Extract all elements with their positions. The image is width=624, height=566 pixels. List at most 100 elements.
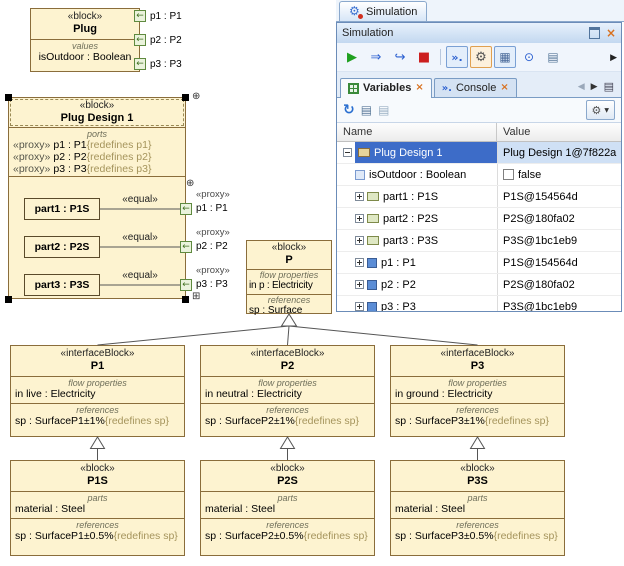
simulation-options-button[interactable]: ⚙ — [470, 46, 492, 68]
port-text: p2 : P2 — [53, 151, 86, 163]
block-header: «block» P — [247, 241, 331, 270]
grid-icon: ▦ — [499, 51, 510, 63]
float-window-icon[interactable] — [589, 27, 600, 39]
add-port-handle-icon[interactable]: ⊕ — [186, 179, 194, 189]
column-header-name[interactable]: Name — [337, 123, 497, 141]
value-cell[interactable]: P1S@154564d — [497, 186, 621, 207]
simulation-config-button[interactable]: ▦ — [494, 46, 516, 68]
table-row-plug-design-1[interactable]: Plug Design 1 Plug Design 1@7f822a — [337, 142, 621, 164]
dropdown-arrow-icon: ▼ — [604, 107, 609, 114]
part-property: material : Steel — [205, 503, 370, 515]
expand-icon[interactable] — [355, 302, 364, 311]
selection-handle[interactable] — [182, 94, 189, 101]
table-row-isoutdoor[interactable]: isOutdoor : Boolean false — [337, 164, 621, 186]
redefines-text: {redefines sp} — [494, 530, 558, 542]
proxy-port[interactable]: ← — [134, 10, 146, 22]
simulation-titlebar[interactable]: Simulation × — [337, 23, 621, 43]
table-row-p2[interactable]: p2 : P2 P2S@180fa02 — [337, 274, 621, 296]
flow-properties-compartment: flow properties in ground : Electricity — [391, 377, 564, 404]
block-name: P1 — [13, 360, 182, 373]
gear-icon: ⚙ — [592, 104, 602, 117]
part-box-part1[interactable]: part1 : P1S — [24, 198, 100, 220]
simulation-log-button[interactable]: ▤ — [542, 46, 564, 68]
column-header-value[interactable]: Value — [497, 123, 621, 141]
collapse-icon[interactable] — [343, 148, 352, 157]
expand-icon[interactable] — [355, 192, 364, 201]
block-plug[interactable]: «block» Plug values isOutdoor : Boolean — [30, 8, 140, 72]
expand-icon[interactable] — [355, 280, 364, 289]
table-row-part2[interactable]: part2 : P2S P2S@180fa02 — [337, 208, 621, 230]
row-name: p2 : P2 — [381, 279, 416, 291]
equal-connector-label: «equal» — [114, 232, 166, 243]
scroll-tabs-right-icon[interactable]: ▶ — [591, 82, 598, 92]
value-cell[interactable]: P2S@180fa02 — [497, 208, 621, 229]
value-cell[interactable]: P1S@154564d — [497, 252, 621, 273]
close-tab-icon[interactable]: × — [500, 83, 508, 93]
add-element-handle-icon[interactable]: ⊕ — [192, 92, 200, 102]
close-tab-icon[interactable]: × — [415, 83, 423, 93]
breakpoints-button[interactable]: ⊙ — [518, 46, 540, 68]
proxy-port[interactable]: ← — [180, 203, 192, 215]
value-cell[interactable]: Plug Design 1@7f822a — [497, 142, 621, 163]
selection-handle[interactable] — [5, 296, 12, 303]
animation-speed-button[interactable]: ». — [446, 46, 468, 68]
block-p[interactable]: «block» P flow properties in p : Electri… — [246, 240, 332, 314]
value-cell[interactable]: P2S@180fa02 — [497, 274, 621, 295]
block-name: Plug — [33, 23, 137, 36]
block-header: «block» P2S — [201, 461, 374, 492]
expand-icon[interactable] — [355, 236, 364, 245]
import-icon[interactable]: ▤ — [378, 104, 389, 116]
redefines-text: {redefines p3} — [87, 163, 152, 175]
tab-variables[interactable]: Variables × — [340, 78, 432, 98]
tab-console[interactable]: ». Console × — [434, 78, 517, 97]
selection-handle[interactable] — [5, 94, 12, 101]
block-p2[interactable]: «interfaceBlock» P2 flow properties in n… — [200, 345, 375, 437]
block-p2s[interactable]: «block» P2S parts material : Steel refer… — [200, 460, 375, 556]
table-row-part1[interactable]: part1 : P1S P1S@154564d — [337, 186, 621, 208]
table-options-button[interactable]: ⚙ ▼ — [586, 100, 616, 120]
proxy-port[interactable]: ← — [180, 279, 192, 291]
row-name: isOutdoor : Boolean — [369, 169, 466, 181]
values-compartment: values isOutdoor : Boolean — [31, 40, 139, 66]
stereotype-label: «block» — [11, 100, 183, 112]
refresh-icon[interactable]: ↻ — [343, 103, 355, 117]
part-box-part2[interactable]: part2 : P2S — [24, 236, 100, 258]
dock-tab-simulation[interactable]: ⚙ Simulation — [339, 1, 427, 21]
export-icon[interactable]: ▤ — [361, 104, 372, 116]
proxy-port[interactable]: ← — [134, 58, 146, 70]
stop-button[interactable]: ■ — [413, 46, 435, 68]
toolbar-overflow-icon[interactable]: ▶ — [610, 52, 617, 63]
expand-icon[interactable] — [355, 258, 364, 267]
value-cell[interactable]: P3S@1bc1eb9 — [497, 230, 621, 251]
expand-handle-icon[interactable]: ⊞ — [192, 292, 200, 302]
port-line: «proxy»p3 : P3{redefines p3} — [13, 163, 181, 175]
block-p1s[interactable]: «block» P1S parts material : Steel refer… — [10, 460, 185, 556]
value-cell[interactable]: P3S@1bc1eb9 — [497, 296, 621, 311]
block-p1[interactable]: «interfaceBlock» P1 flow properties in l… — [10, 345, 185, 437]
step-button[interactable]: ↪ — [389, 46, 411, 68]
block-p3s[interactable]: «block» P3S parts material : Steel refer… — [390, 460, 565, 556]
proxy-stereotype-label: «proxy» — [196, 190, 230, 200]
animate-button[interactable]: ⇒ — [365, 46, 387, 68]
proxy-port[interactable]: ← — [134, 34, 146, 46]
play-button[interactable]: ▶ — [341, 46, 363, 68]
flow-property: in live : Electricity — [15, 388, 180, 400]
checkbox[interactable] — [503, 169, 514, 180]
value-cell[interactable]: false — [497, 164, 621, 185]
expand-icon[interactable] — [355, 214, 364, 223]
port-label: p2 : P2 — [196, 241, 228, 252]
row-value: P2S@180fa02 — [503, 213, 575, 225]
table-row-p1[interactable]: p1 : P1 P1S@154564d — [337, 252, 621, 274]
proxy-port[interactable]: ← — [180, 241, 192, 253]
block-p3[interactable]: «interfaceBlock» P3 flow properties in g… — [390, 345, 565, 437]
compartment-label: flow properties — [249, 270, 329, 280]
block-name: P — [249, 254, 329, 267]
scroll-tabs-left-icon[interactable]: ◀ — [578, 82, 585, 92]
tab-list-menu-icon[interactable]: ▤ — [604, 80, 614, 93]
table-row-part3[interactable]: part3 : P3S P3S@1bc1eb9 — [337, 230, 621, 252]
close-icon[interactable]: × — [606, 27, 616, 39]
part-box-part3[interactable]: part3 : P3S — [24, 274, 100, 296]
selection-handle[interactable] — [182, 296, 189, 303]
tab-label: Console — [456, 82, 496, 94]
table-row-p3[interactable]: p3 : P3 P3S@1bc1eb9 — [337, 296, 621, 311]
